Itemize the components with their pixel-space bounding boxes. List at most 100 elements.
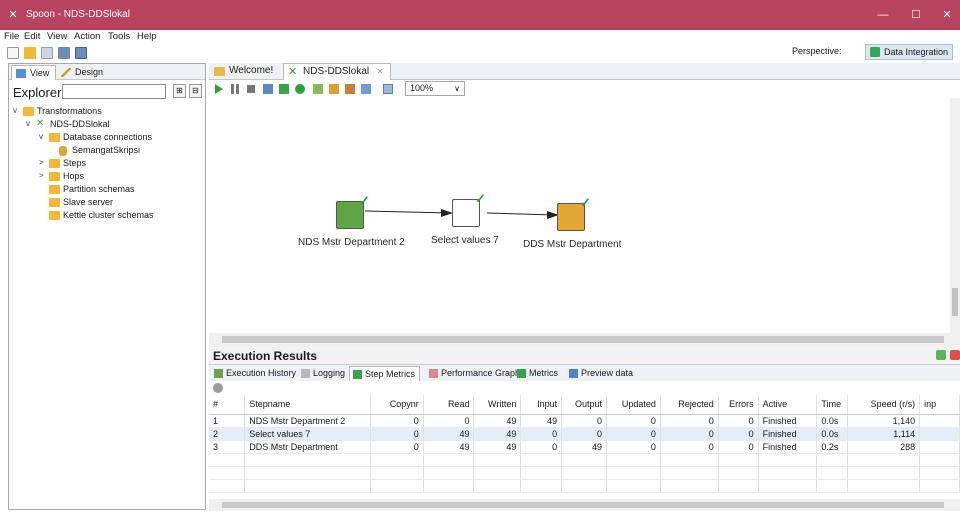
data-integration-perspective-button[interactable]: Data Integration <box>865 44 953 60</box>
column-header-copynr[interactable]: Copynr <box>370 395 424 415</box>
tree-label: Steps <box>63 158 87 168</box>
impact-icon[interactable] <box>329 84 339 94</box>
step-label: Select values 7 <box>431 235 499 246</box>
tab-performance-graph[interactable]: Performance Graph <box>426 366 524 381</box>
main-toolbar: Perspective: Data Integration <box>0 44 960 62</box>
cell-written: 49 <box>473 427 522 441</box>
maximize-panel-icon[interactable] <box>936 350 946 360</box>
scroll-thumb[interactable] <box>222 502 944 508</box>
canvas-horizontal-scrollbar[interactable] <box>209 333 960 346</box>
maximize-button[interactable]: ☐ <box>907 6 925 24</box>
tab-execution-history[interactable]: Execution History <box>211 366 300 381</box>
open-folder-icon[interactable] <box>24 47 36 59</box>
close-button[interactable]: ✕ <box>938 6 956 24</box>
column-header-input[interactable]: Input <box>520 395 563 415</box>
show-results-icon[interactable] <box>383 84 393 94</box>
history-icon <box>214 369 223 378</box>
cell-input-output <box>919 427 960 441</box>
replay-icon[interactable] <box>295 84 305 94</box>
sql-icon[interactable] <box>345 84 355 94</box>
cell-input-output <box>919 440 960 454</box>
menu-help[interactable]: Help <box>137 31 157 42</box>
explorer-search-input[interactable] <box>62 84 166 99</box>
hop-2[interactable] <box>486 211 559 219</box>
tab-welcome[interactable]: Welcome! <box>210 63 279 80</box>
tab-view[interactable]: View <box>11 65 57 80</box>
cell-copynr: 0 <box>370 414 424 428</box>
expand-arrow-icon[interactable]: > <box>39 158 47 167</box>
menu-tools[interactable]: Tools <box>108 31 130 42</box>
stop-icon[interactable] <box>247 85 255 93</box>
table-row[interactable]: 2 Select values 7 0 49 49 0 0 0 0 0 Fini… <box>209 427 960 441</box>
column-header-rejected[interactable]: Rejected <box>660 395 719 415</box>
column-header-output[interactable]: Output <box>561 395 608 415</box>
menu-action[interactable]: Action <box>74 31 100 42</box>
folder-icon <box>23 107 34 116</box>
cell-input-output <box>919 414 960 428</box>
column-header-stepname[interactable]: Stepname <box>244 395 371 415</box>
tab-step-metrics[interactable]: Step Metrics <box>349 366 421 381</box>
zoom-select[interactable]: 100% ∨ <box>405 81 465 96</box>
debug-icon[interactable] <box>279 84 289 94</box>
tab-nds-ddslokal[interactable]: ✕ NDS-DDSlokal ✕ <box>283 63 391 80</box>
column-header-input-output[interactable]: inp <box>919 395 960 415</box>
pause-icon[interactable] <box>231 84 239 94</box>
save-icon[interactable] <box>58 47 70 59</box>
expand-arrow-icon[interactable]: v <box>26 119 34 128</box>
window-title: Spoon - NDS-DDSlokal <box>26 9 130 20</box>
explore-repository-icon[interactable] <box>41 47 53 59</box>
tree-label: Transformations <box>37 106 102 116</box>
zoom-value: 100% <box>410 83 434 93</box>
tab-logging[interactable]: Logging <box>298 366 349 381</box>
results-horizontal-scrollbar[interactable] <box>209 499 960 511</box>
cell-active: Finished <box>758 414 818 428</box>
menu-view[interactable]: View <box>47 31 67 42</box>
expand-all-icon[interactable]: ⊞ <box>173 84 186 98</box>
tree-label: Partition schemas <box>63 184 135 194</box>
close-panel-icon[interactable] <box>950 350 960 360</box>
cell-updated: 0 <box>606 440 661 454</box>
column-header-written[interactable]: Written <box>473 395 522 415</box>
cell-copynr: 0 <box>370 440 424 454</box>
cell-errors: 0 <box>718 414 759 428</box>
cell-stepname: Select values 7 <box>244 427 371 441</box>
column-header-speed[interactable]: Speed (r/s) <box>847 395 921 415</box>
transformation-canvas[interactable]: ✓ NDS Mstr Department 2 ✓ Select values … <box>209 98 960 333</box>
column-header-time[interactable]: Time <box>816 395 849 415</box>
column-header-read[interactable]: Read <box>423 395 475 415</box>
cell-written: 49 <box>473 414 522 428</box>
verify-icon[interactable] <box>313 84 323 94</box>
column-header-number[interactable]: # <box>209 395 246 415</box>
menu-edit[interactable]: Edit <box>24 31 40 42</box>
menu-file[interactable]: File <box>4 31 19 42</box>
tab-preview-data[interactable]: Preview data <box>566 366 637 381</box>
scroll-thumb[interactable] <box>222 336 944 343</box>
user-filter-icon[interactable] <box>213 383 223 393</box>
new-file-icon[interactable] <box>7 47 19 59</box>
hop-1[interactable] <box>364 209 453 217</box>
preview-icon[interactable] <box>263 84 273 94</box>
expand-arrow-icon[interactable]: > <box>39 171 47 180</box>
canvas-vertical-scrollbar[interactable] <box>950 98 960 333</box>
scroll-thumb[interactable] <box>952 288 958 316</box>
table-row[interactable]: 1 NDS Mstr Department 2 0 0 49 49 0 0 0 … <box>209 414 960 428</box>
explore-db-icon[interactable] <box>361 84 371 94</box>
tab-metrics[interactable]: Metrics <box>514 366 562 381</box>
expand-arrow-icon[interactable]: v <box>39 132 47 141</box>
collapse-all-icon[interactable]: ⊟ <box>189 84 202 98</box>
execution-results-title: Execution Results <box>213 349 318 363</box>
cell-input: 0 <box>520 427 563 441</box>
cell-time: 0.2s <box>816 440 849 454</box>
run-icon[interactable] <box>215 84 223 94</box>
tab-design[interactable]: Design <box>57 65 109 80</box>
column-header-active[interactable]: Active <box>758 395 818 415</box>
column-header-updated[interactable]: Updated <box>606 395 661 415</box>
column-header-errors[interactable]: Errors <box>718 395 759 415</box>
minimize-button[interactable]: — <box>874 6 892 24</box>
close-tab-icon[interactable]: ✕ <box>377 67 384 76</box>
save-as-icon[interactable] <box>75 47 87 59</box>
cell-speed: 1,114 <box>847 427 921 441</box>
folder-icon <box>49 211 60 220</box>
table-row[interactable]: 3 DDS Mstr Department 0 49 49 0 49 0 0 0… <box>209 440 960 454</box>
expand-arrow-icon[interactable]: v <box>13 106 21 115</box>
